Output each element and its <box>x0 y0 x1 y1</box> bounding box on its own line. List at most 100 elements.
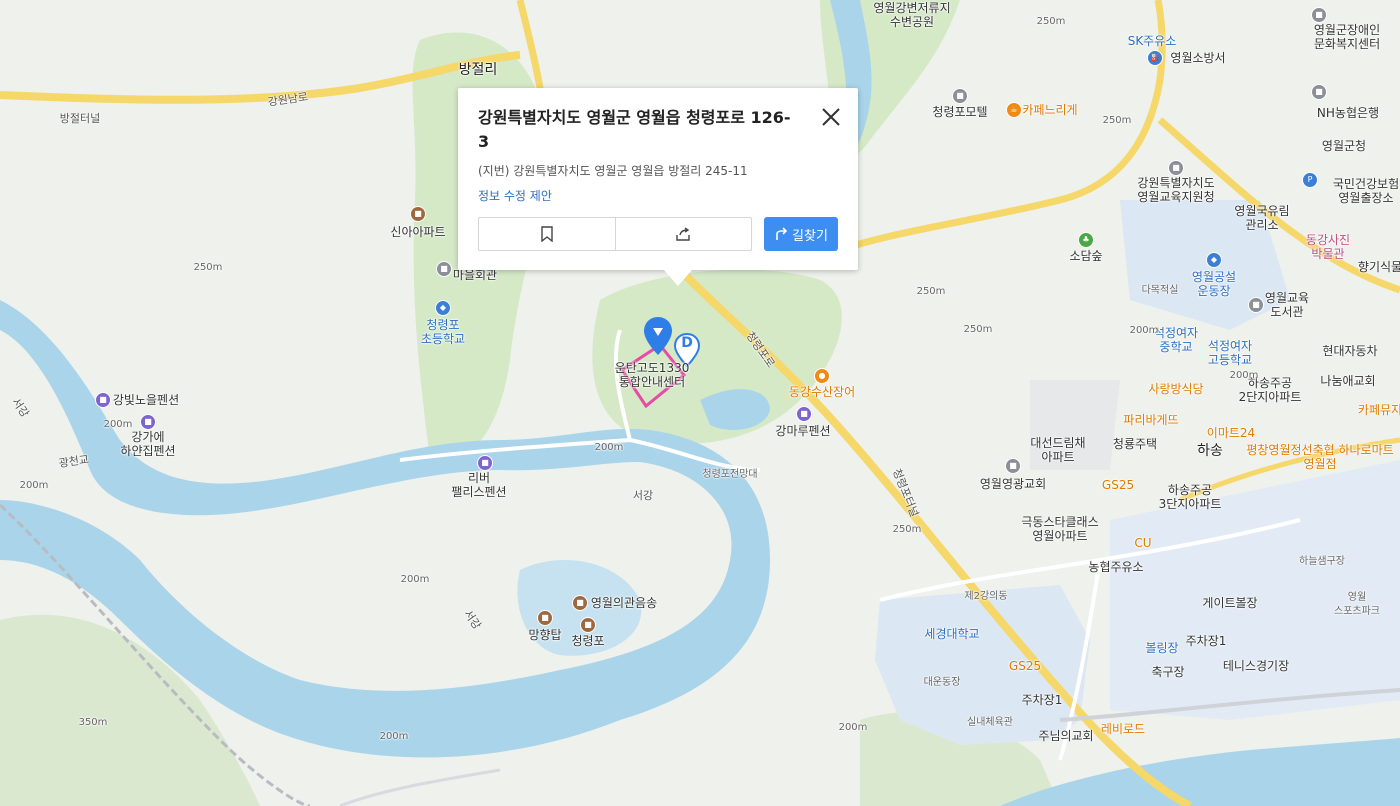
location-pin-marker[interactable] <box>643 316 673 360</box>
label-nh-gas[interactable]: 농협주유소 <box>1088 560 1143 574</box>
apartment-icon: ■ <box>410 206 426 222</box>
label-manghyangtap[interactable]: 망향탑 <box>528 628 561 642</box>
label-river-pension[interactable]: 리버 팰리스펜션 <box>451 471 506 499</box>
label-seokjeong-mid[interactable]: 석정여자 중학교 <box>1154 326 1198 354</box>
altitude-label: 250m <box>1102 115 1132 126</box>
label-levi-road[interactable]: 레비로드 <box>1101 722 1145 736</box>
label-indoor-gym: 실내체육관 <box>967 717 1013 728</box>
library-icon: ■ <box>1248 297 1264 313</box>
label-village-hall[interactable]: 마을회관 <box>453 268 497 282</box>
route-button[interactable]: 길찾기 <box>764 217 838 251</box>
label-sinan-apt[interactable]: 신아아파트 <box>390 225 445 239</box>
label-sodamsup[interactable]: 소담숲 <box>1069 249 1102 263</box>
label-forest-office[interactable]: 영월국유림 관리소 <box>1234 204 1289 232</box>
label-gangmaru[interactable]: 강마루펜션 <box>775 424 830 438</box>
edit-suggestion-link[interactable]: 정보 수정 제안 <box>478 187 838 204</box>
close-button[interactable] <box>820 106 842 128</box>
label-tennis[interactable]: 테니스경기장 <box>1223 659 1289 673</box>
label-place-name[interactable]: 운탄고도1330 통합안내센터 <box>615 361 690 389</box>
landmark-icon: ■ <box>572 595 588 611</box>
label-gate-ball[interactable]: 게이트볼장 <box>1202 596 1257 610</box>
label-sk-gas[interactable]: SK주유소 <box>1128 34 1177 48</box>
popup-action-group <box>478 217 752 251</box>
label-county-office[interactable]: 영월군청 <box>1322 139 1366 153</box>
altitude-label: 250m <box>193 262 223 273</box>
share-button[interactable] <box>614 218 752 250</box>
label-cheongnyeongpo-elem[interactable]: 청령포 초등학교 <box>421 318 465 346</box>
altitude-label: 200m <box>400 574 430 585</box>
school-icon: ◆ <box>435 300 451 316</box>
landmark-icon: ■ <box>580 617 596 633</box>
altitude-label: 200m <box>379 731 409 742</box>
label-cheongnyeong-house[interactable]: 청룡주택 <box>1113 437 1157 451</box>
label-parking1-b[interactable]: 주차장1 <box>1022 693 1063 707</box>
label-gs25-a[interactable]: GS25 <box>1102 478 1134 492</box>
label-cafe-nrige[interactable]: 카페느리게 <box>1022 103 1077 117</box>
label-sekyung-univ[interactable]: 세경대학교 <box>924 627 979 641</box>
label-nh-bank[interactable]: NH농협은행 <box>1317 106 1379 120</box>
motel-icon: ■ <box>952 88 968 104</box>
altitude-label: 200m <box>1129 325 1159 336</box>
label-emart24[interactable]: 이마트24 <box>1207 426 1255 440</box>
label-ganggae[interactable]: 강가에 하얀집펜션 <box>120 430 175 458</box>
label-campus2: 제2강의동 <box>964 591 1008 602</box>
pension-icon: ■ <box>140 414 156 430</box>
label-cheongnyeongpo[interactable]: 청령포 <box>571 634 604 648</box>
label-donggang-eel[interactable]: 동강수산장어 <box>789 385 855 399</box>
pension-icon: ■ <box>477 455 493 471</box>
altitude-label: 200m <box>1229 370 1259 381</box>
altitude-label: 200m <box>594 442 624 453</box>
label-paris[interactable]: 파리바게뜨 <box>1123 413 1178 427</box>
label-seogang-river: 서강 <box>632 489 654 502</box>
d-marker-label: D <box>681 335 693 351</box>
pension-icon: ■ <box>796 406 812 422</box>
label-nanum-church[interactable]: 나눔애교회 <box>1320 374 1375 388</box>
label-cu[interactable]: CU <box>1134 536 1151 550</box>
label-lord-church[interactable]: 주님의교회 <box>1038 729 1093 743</box>
label-edu-support[interactable]: 강원특별자치도 영월교육지원청 <box>1137 176 1214 204</box>
bookmark-icon <box>541 226 553 242</box>
gas-station-icon: ⛽ <box>1147 50 1163 66</box>
label-haneulsaem: 하늘샘구장 <box>1299 556 1345 567</box>
label-health-insurance[interactable]: 국민건강보험 영월출장소 <box>1333 177 1399 205</box>
park-icon: ♣ <box>1078 232 1094 248</box>
altitude-label: 200m <box>103 419 133 430</box>
popup-jibun-address: (지번) 강원특별자치도 영월군 영월읍 방절리 245-11 <box>478 164 748 178</box>
altitude-label: 200m <box>838 722 868 733</box>
label-sarangbang[interactable]: 사랑방식당 <box>1148 382 1203 396</box>
label-bangjeolli: 방절리 <box>458 62 498 78</box>
church-icon: ■ <box>1005 458 1021 474</box>
label-hyundai[interactable]: 현대자동차 <box>1322 344 1377 358</box>
label-yeongwol-church[interactable]: 영월영광교회 <box>980 477 1046 491</box>
route-arrow-icon <box>776 227 788 240</box>
label-fire-station[interactable]: 영월소방서 <box>1170 51 1225 65</box>
label-hasong: 하송 <box>1197 443 1223 459</box>
altitude-label: 250m <box>1036 16 1066 27</box>
hall-icon: ■ <box>436 261 452 277</box>
label-disabled-welfare[interactable]: 영월군장애인 문화복지센터 <box>1314 23 1380 51</box>
office-icon: ■ <box>1168 160 1184 176</box>
label-seokjeong-high[interactable]: 석정여자 고등학교 <box>1208 339 1252 367</box>
label-gangbit[interactable]: 강빛노을펜션 <box>113 393 179 407</box>
label-cheongnyeongpo-motel[interactable]: 청령포모텔 <box>932 105 987 119</box>
label-hasong-apt3[interactable]: 하송주공 3단지아파트 <box>1159 483 1222 511</box>
label-cafe-my[interactable]: 카페뮤지 <box>1358 403 1400 417</box>
altitude-label: 250m <box>892 524 922 535</box>
bank-icon: ■ <box>1311 84 1327 100</box>
label-daesun-apt[interactable]: 대선드림채 아파트 <box>1030 436 1085 464</box>
label-edu-library[interactable]: 영월교육 도서관 <box>1265 291 1309 319</box>
label-football[interactable]: 축구장 <box>1151 665 1184 679</box>
label-hyanggi[interactable]: 향기식물 <box>1358 260 1400 274</box>
label-parking1[interactable]: 주차장1 <box>1186 634 1227 648</box>
label-photo-museum[interactable]: 동강사진 박물관 <box>1306 233 1350 261</box>
close-icon <box>822 108 840 126</box>
bookmark-button[interactable] <box>479 218 615 250</box>
label-stadium[interactable]: 영월공설 운동장 <box>1192 270 1236 298</box>
label-kukdong-apt[interactable]: 극동스타클래스 영월아파트 <box>1021 515 1098 543</box>
label-pyeongchang-coop[interactable]: 평창영월정선축협 하나로마트 영월점 <box>1246 443 1393 471</box>
popup-address-title: 강원특별자치도 영월군 영월읍 청령포로 126-3 <box>478 108 791 151</box>
location-pin-icon <box>644 317 672 355</box>
label-bowling[interactable]: 볼링장 <box>1145 641 1178 655</box>
label-yeongwol-uigwan[interactable]: 영월의관음송 <box>591 596 657 610</box>
label-gs25-b[interactable]: GS25 <box>1009 659 1041 673</box>
